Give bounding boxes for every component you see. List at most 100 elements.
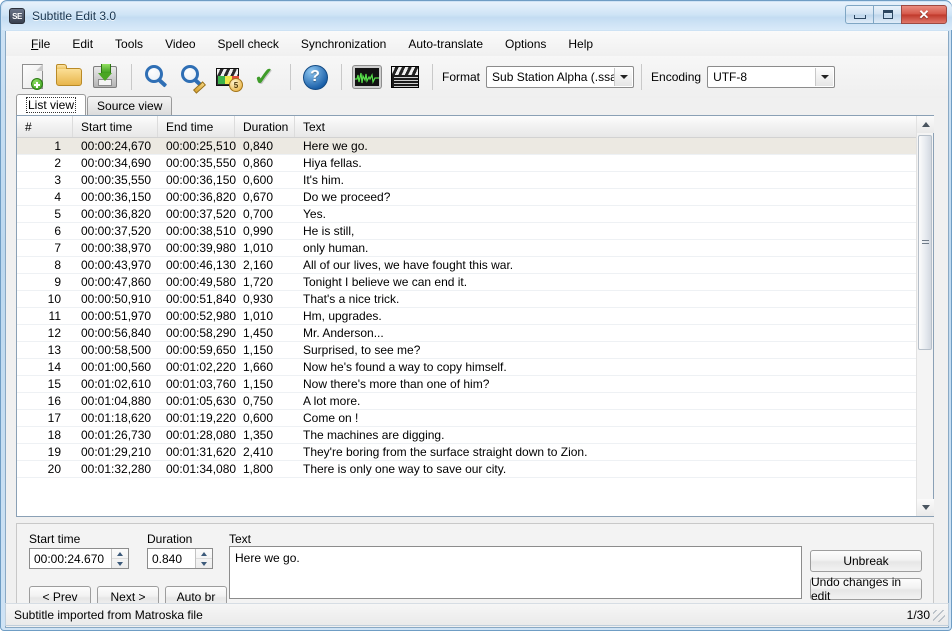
new-subtitle-button[interactable] (16, 60, 50, 94)
clock-badge: 5 (229, 78, 243, 92)
app-icon: SE (9, 8, 25, 24)
cell-end-time: 00:01:19,220 (166, 411, 237, 425)
table-row[interactable]: 7 00:00:38,970 00:00:39,980 1,010 only human… (17, 240, 933, 257)
cell-start-time: 00:00:36,820 (81, 207, 152, 221)
cell-number: 12 (47, 326, 61, 340)
subtitle-list-panel: # Start time End time Duration Text 1 00:… (16, 115, 934, 517)
toolbar-separator-2 (290, 64, 291, 90)
cell-end-time: 00:00:36,150 (166, 173, 237, 187)
list-vertical-scrollbar[interactable] (916, 116, 934, 516)
caret-up-icon (117, 551, 123, 556)
duration-increment[interactable] (196, 549, 212, 559)
subtitle-text-input[interactable]: Here we go. (229, 546, 802, 599)
duration-input[interactable]: 0.840 (147, 548, 213, 569)
show-video-button[interactable] (387, 60, 423, 94)
cell-end-time: 00:01:05,630 (166, 394, 237, 408)
table-row[interactable]: 6 00:00:37,520 00:00:38,510 0,990 He is stil… (17, 223, 933, 240)
start-time-input[interactable]: 00:00:24.670 (29, 548, 129, 569)
table-row[interactable]: 15 00:01:02,610 00:01:03,760 1,150 Now there… (17, 376, 933, 393)
table-row[interactable]: 11 00:00:51,970 00:00:52,980 1,010 Hm, upgra… (17, 308, 933, 325)
cell-text: There is only one way to save our city. (303, 462, 507, 476)
help-button[interactable]: ? (298, 60, 332, 94)
duration-stepper[interactable] (195, 549, 212, 568)
table-row[interactable]: 5 00:00:36,820 00:00:37,520 0,700 Yes. (17, 206, 933, 223)
column-header-duration[interactable]: Duration (235, 116, 295, 137)
cell-text: Now he's found a way to copy himself. (303, 360, 507, 374)
column-header-number[interactable]: # (17, 116, 73, 137)
table-row[interactable]: 13 00:00:58,500 00:00:59,650 1,150 Surprised… (17, 342, 933, 359)
start-time-stepper[interactable] (111, 549, 128, 568)
cell-end-time: 00:01:34,080 (166, 462, 237, 476)
unbreak-button[interactable]: Unbreak (810, 550, 922, 572)
status-bar: Subtitle imported from Matroska file 1/3… (5, 603, 949, 626)
cell-duration: 0,600 (243, 173, 274, 187)
maximize-button[interactable] (873, 5, 901, 24)
duration-decrement[interactable] (196, 559, 212, 568)
encoding-chevron-down-icon[interactable] (815, 68, 834, 86)
menu-auto-translate[interactable]: Auto-translate (397, 34, 494, 54)
client-area: File Edit Tools Video Spell check Synchr… (5, 31, 949, 628)
encoding-select[interactable]: UTF-8 (707, 66, 836, 88)
cell-number: 11 (48, 309, 61, 323)
cell-start-time: 00:01:26,730 (81, 428, 152, 442)
table-row[interactable]: 1 00:00:24,670 00:00:25,510 0,840 Here we go… (17, 138, 933, 155)
table-row[interactable]: 4 00:00:36,150 00:00:36,820 0,670 Do we proc… (17, 189, 933, 206)
tab-list-view[interactable]: List view (16, 94, 87, 115)
table-row[interactable]: 3 00:00:35,550 00:00:36,150 0,600 It's him. (17, 172, 933, 189)
table-row[interactable]: 2 00:00:34,690 00:00:35,550 0,860 Hiya fella… (17, 155, 933, 172)
table-row[interactable]: 12 00:00:56,840 00:00:58,290 1,450 Mr. Ander… (17, 325, 933, 342)
table-row[interactable]: 14 00:01:00,560 00:01:02,220 1,660 Now he's … (17, 359, 933, 376)
table-row[interactable]: 17 00:01:18,620 00:01:19,220 0,600 Come on ! (17, 410, 933, 427)
menu-tools[interactable]: Tools (104, 34, 154, 54)
start-time-label: Start time (29, 532, 81, 546)
menu-synchronization[interactable]: Synchronization (290, 34, 397, 54)
menu-edit[interactable]: Edit (61, 34, 104, 54)
tab-source-view[interactable]: Source view (87, 96, 173, 115)
format-chevron-down-icon[interactable] (614, 68, 633, 86)
cell-start-time: 00:00:56,840 (81, 326, 152, 340)
table-row[interactable]: 18 00:01:26,730 00:01:28,080 1,350 The machi… (17, 427, 933, 444)
table-row[interactable]: 16 00:01:04,880 00:01:05,630 0,750 A lot mor… (17, 393, 933, 410)
cell-number: 4 (54, 190, 61, 204)
spell-check-button[interactable]: ✓ (247, 60, 281, 94)
start-time-decrement[interactable] (112, 559, 128, 568)
cell-number: 14 (47, 360, 61, 374)
menu-options[interactable]: Options (494, 34, 557, 54)
minimize-button[interactable] (845, 5, 873, 24)
menu-spell-check[interactable]: Spell check (207, 34, 290, 54)
close-button[interactable]: ✕ (901, 5, 947, 24)
column-header-text[interactable]: Text (295, 116, 918, 137)
toolbar-separator-3 (341, 64, 342, 90)
table-row[interactable]: 9 00:00:47,860 00:00:49,580 1,720 Tonight I … (17, 274, 933, 291)
table-row[interactable]: 8 00:00:43,970 00:00:46,130 2,160 All of our… (17, 257, 933, 274)
table-row[interactable]: 20 00:01:32,280 00:01:34,080 1,800 There is … (17, 461, 933, 478)
toolbar: 5 ✓ ? Format Sub Station Alpha (.ssa) En… (6, 56, 948, 98)
cell-end-time: 00:01:28,080 (166, 428, 237, 442)
cell-number: 16 (47, 394, 61, 408)
menu-help[interactable]: Help (557, 34, 604, 54)
scroll-down-button[interactable] (917, 499, 934, 516)
scroll-up-button[interactable] (917, 116, 934, 133)
find-button[interactable] (139, 60, 173, 94)
fix-common-errors-button[interactable]: 5 (211, 60, 245, 94)
open-folder-icon (54, 62, 84, 92)
menu-file[interactable]: File (20, 34, 61, 54)
open-subtitle-button[interactable] (52, 60, 86, 94)
cell-duration: 0,990 (243, 224, 274, 238)
show-waveform-button[interactable] (349, 60, 385, 94)
menu-video[interactable]: Video (154, 34, 206, 54)
undo-changes-in-edit-button[interactable]: Undo changes in edit (810, 575, 922, 603)
table-row[interactable]: 10 00:00:50,910 00:00:51,840 0,930 That's a … (17, 291, 933, 308)
start-time-increment[interactable] (112, 549, 128, 559)
table-row[interactable]: 19 00:01:29,210 00:01:31,620 2,410 They're b… (17, 444, 933, 461)
cell-start-time: 00:00:58,500 (81, 343, 152, 357)
cell-number: 1 (54, 139, 61, 153)
column-header-end-time[interactable]: End time (158, 116, 235, 137)
cell-end-time: 00:01:02,220 (166, 360, 237, 374)
scrollbar-thumb[interactable] (918, 135, 932, 350)
resize-grip-icon[interactable] (933, 610, 945, 622)
replace-button[interactable] (175, 60, 209, 94)
format-select[interactable]: Sub Station Alpha (.ssa) (486, 66, 635, 88)
save-subtitle-button[interactable] (88, 60, 122, 94)
column-header-start-time[interactable]: Start time (73, 116, 158, 137)
